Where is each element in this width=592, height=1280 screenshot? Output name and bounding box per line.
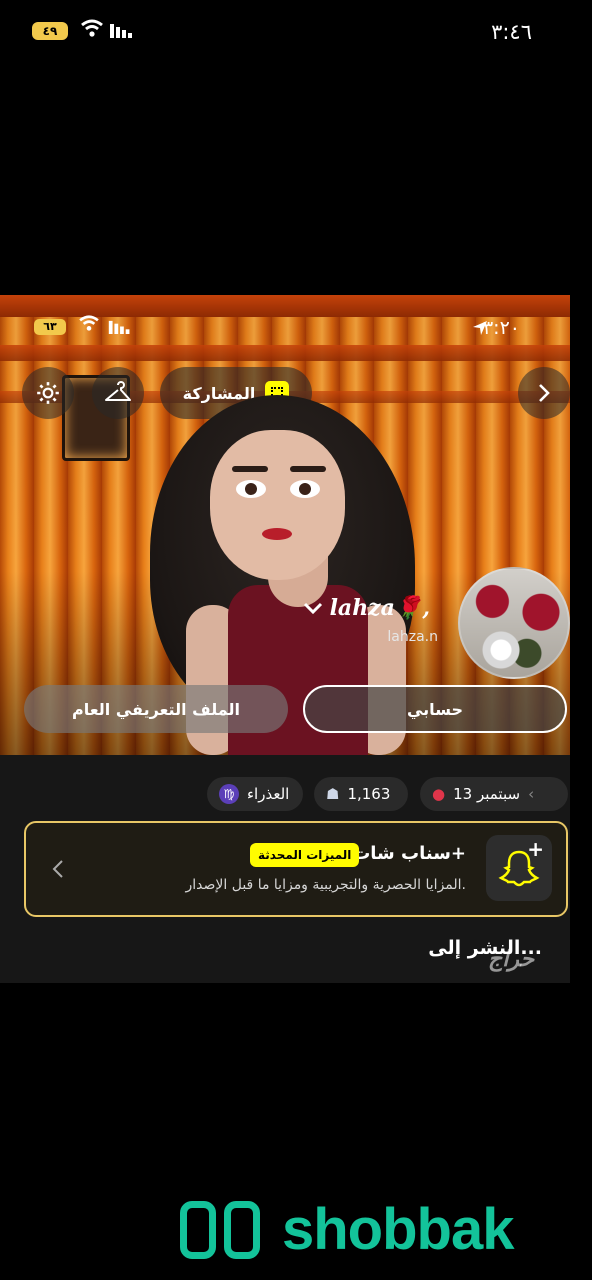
views-chip[interactable]: ☗ 1,163 (314, 777, 408, 811)
updated-features-badge: الميزات المحدثة (250, 843, 360, 867)
embedded-screenshot: ٦٣ ٣:٢٠ المشاركة lahza🌹, lahza.n حسابي ا… (0, 295, 570, 983)
snapchat-plus-logo: + (486, 835, 552, 901)
wifi-icon (78, 315, 100, 335)
avatar-brow (290, 466, 326, 472)
avatar-brow (232, 466, 268, 472)
wifi-icon (80, 19, 104, 41)
chevron-left-icon: ‹ (528, 785, 535, 803)
status-time: ٣:٢٠ (482, 317, 520, 339)
bitmoji-avatar[interactable] (210, 430, 345, 580)
haraj-watermark: حراج (488, 947, 535, 972)
tab-label: الملف التعريفي العام (72, 699, 240, 719)
chevron-left-icon (52, 859, 64, 883)
tab-label: حسابي (406, 699, 463, 719)
chevron-down-icon (303, 602, 322, 615)
snapchat-plus-description: المزايا الحصرية والتجريبية ومزايا ما قبل… (185, 877, 466, 893)
chevron-right-icon (539, 384, 550, 402)
tab-my-account[interactable]: حسابي (303, 685, 567, 733)
avatar-eye (236, 480, 266, 498)
brand-name: shobbak (282, 1197, 514, 1262)
snapchat-plus-title: سناب شات+ (352, 843, 466, 864)
username: lahza.n (387, 629, 438, 645)
snapchat-plus-card[interactable]: + سناب شات+ الميزات المحدثة المزايا الحص… (24, 821, 568, 917)
balloon-icon: ● (432, 785, 446, 803)
tab-public-profile[interactable]: الملف التعريفي العام (24, 685, 288, 733)
avatar-eye (290, 480, 320, 498)
profile-picture[interactable] (458, 567, 570, 679)
display-name: lahza🌹, (329, 595, 430, 621)
shobbak-logo: shobbak (180, 1196, 514, 1263)
battery-indicator: ٦٣ (34, 319, 66, 335)
virgo-icon: ♍ (219, 784, 239, 804)
gate-beam (0, 295, 570, 317)
views-count: 1,163 (347, 785, 391, 803)
status-time: ٣:٤٦ (491, 20, 532, 44)
avatar-lips (262, 528, 292, 540)
shobbak-window-icon (180, 1200, 260, 1259)
plus-icon: + (527, 837, 544, 861)
hanger-icon (105, 381, 131, 401)
profile-hero: ٦٣ ٣:٢٠ المشاركة lahza🌹, lahza.n حسابي ا… (0, 295, 570, 755)
birthday-chip[interactable]: ● 13 سبتمبر ‹ (420, 777, 568, 811)
outfit-button[interactable] (92, 367, 144, 419)
battery-indicator: ٤٩ (32, 22, 68, 40)
signal-icon (110, 22, 136, 42)
signal-icon (108, 319, 134, 338)
zodiac-chip[interactable]: ♍ العذراء (207, 777, 303, 811)
profile-name-row[interactable]: lahza🌹, (302, 595, 430, 621)
gear-icon (37, 382, 59, 404)
gate-beam (0, 345, 570, 361)
ghost-icon: ☗ (326, 785, 340, 803)
birthday-text: 13 سبتمبر (453, 785, 521, 803)
zodiac-text: العذراء (247, 785, 290, 803)
forward-button[interactable] (518, 367, 570, 419)
settings-button[interactable] (22, 367, 74, 419)
